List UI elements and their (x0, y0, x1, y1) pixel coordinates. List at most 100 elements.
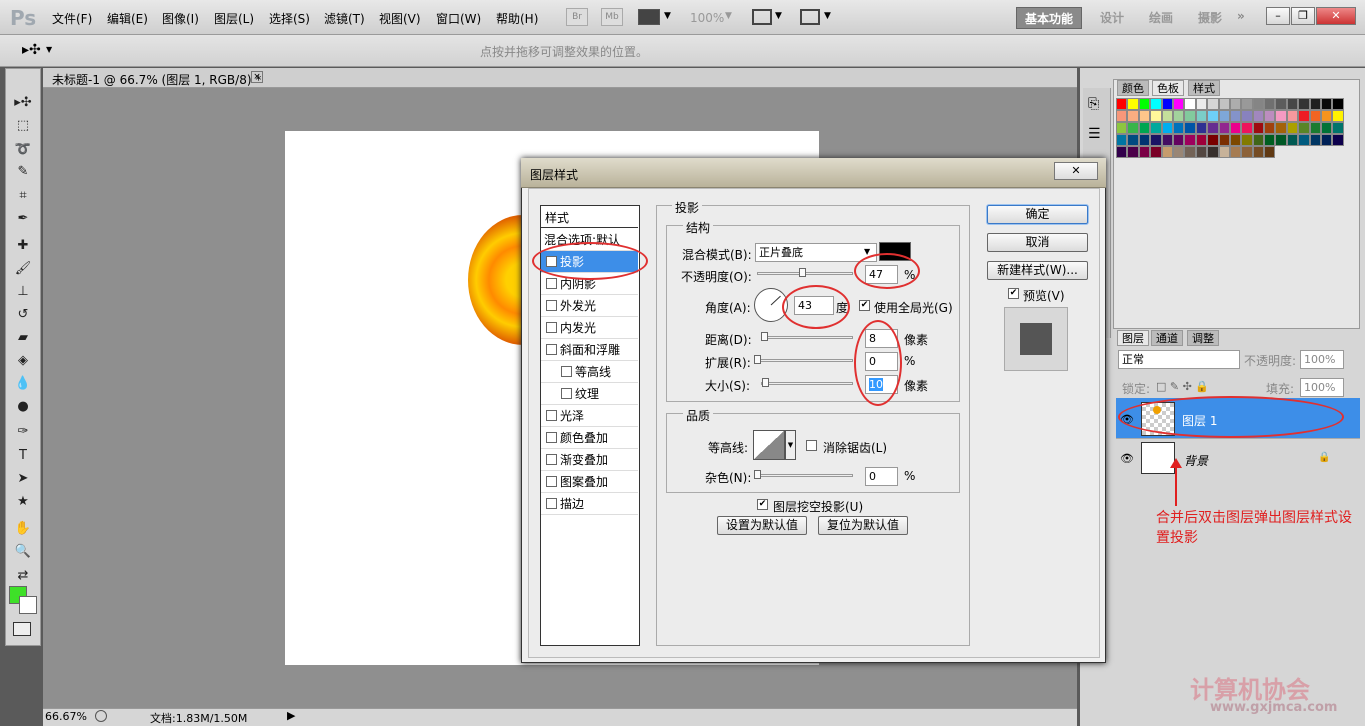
menu-item[interactable]: 滤镜(T) (324, 10, 365, 27)
pen-tool-icon[interactable]: ✑ (12, 422, 34, 442)
style-checkbox[interactable] (546, 498, 557, 509)
hand-tool-icon[interactable]: ✋ (12, 519, 34, 539)
color-swatch[interactable] (1150, 98, 1162, 110)
antialias-checkbox[interactable] (806, 439, 820, 453)
eraser-icon[interactable]: ▰ (12, 328, 34, 348)
dodge-tool-icon[interactable]: ● (12, 397, 34, 417)
style-checkbox[interactable] (546, 322, 557, 333)
style-item[interactable]: 描边 (541, 493, 638, 515)
workspace-design[interactable]: 设计 (1092, 7, 1132, 29)
color-swatch[interactable] (1218, 146, 1230, 158)
view-extras-icon[interactable] (638, 9, 660, 25)
type-tool-icon[interactable]: T (12, 446, 34, 466)
eyedropper-icon[interactable]: ✒ (12, 209, 34, 229)
color-swatch[interactable] (1241, 134, 1253, 146)
style-checkbox[interactable] (561, 388, 572, 399)
marquee-tool-icon[interactable]: ⬚ (12, 116, 34, 136)
color-swatch[interactable] (1298, 98, 1310, 110)
color-swatch[interactable] (1321, 98, 1333, 110)
workspace-painting[interactable]: 绘画 (1141, 7, 1181, 29)
color-swatch[interactable] (1321, 134, 1333, 146)
color-swatch[interactable] (1116, 122, 1128, 134)
menu-item[interactable]: 帮助(H) (496, 10, 538, 27)
color-swatch[interactable] (1161, 110, 1173, 122)
color-swatch[interactable] (1150, 110, 1162, 122)
color-swatch[interactable] (1207, 122, 1219, 134)
style-item[interactable]: 内发光 (541, 317, 638, 339)
size-slider[interactable] (761, 382, 853, 385)
color-swatch[interactable] (1264, 110, 1276, 122)
color-swatch[interactable] (1264, 122, 1276, 134)
panel-tab[interactable]: 调整 (1187, 330, 1219, 346)
color-swatch[interactable] (1127, 122, 1139, 134)
healing-brush-icon[interactable]: ✚ (12, 236, 34, 256)
noise-input[interactable]: 0 (865, 467, 898, 486)
new-style-button[interactable]: 新建样式(W)... (987, 261, 1088, 280)
style-item[interactable]: 光泽 (541, 405, 638, 427)
chevron-down-icon[interactable]: ▼ (725, 11, 732, 21)
menu-item[interactable]: 文件(F) (52, 10, 92, 27)
status-menu-arrow-icon[interactable]: ▶ (287, 709, 295, 722)
distance-slider[interactable] (761, 336, 853, 339)
color-swatch[interactable] (1286, 122, 1299, 134)
color-swatch[interactable] (1172, 146, 1185, 158)
color-swatch[interactable] (1161, 134, 1173, 146)
color-swatch[interactable] (1218, 110, 1230, 122)
history-icon[interactable]: ⎘ (1088, 96, 1099, 112)
knockout-label[interactable]: 图层挖空投影(U) (773, 498, 863, 515)
color-swatch[interactable] (1127, 134, 1139, 146)
color-swatch[interactable] (1321, 110, 1333, 122)
color-swatch[interactable] (1241, 110, 1253, 122)
cancel-button[interactable]: 取消 (987, 233, 1088, 252)
color-swatch[interactable] (1172, 134, 1185, 146)
workspace-essentials[interactable]: 基本功能 (1016, 7, 1083, 29)
color-swatch[interactable] (1138, 134, 1151, 146)
shape-tool-icon[interactable]: ★ (12, 492, 34, 512)
color-swatch[interactable] (1229, 122, 1242, 134)
move-tool-icon[interactable]: ▸✣ (22, 42, 41, 58)
chevron-down-icon[interactable]: ▼ (664, 11, 671, 21)
color-swatch[interactable] (1298, 110, 1310, 122)
color-swatch[interactable] (1172, 122, 1185, 134)
panel-tab[interactable]: 图层 (1117, 330, 1149, 346)
menu-item[interactable]: 视图(V) (379, 10, 421, 27)
panel-tab[interactable]: 样式 (1188, 80, 1220, 96)
workspace-photography[interactable]: 摄影 (1190, 7, 1230, 29)
stamp-tool-icon[interactable]: ⊥ (12, 282, 34, 302)
color-swatch[interactable] (1184, 146, 1196, 158)
color-swatch[interactable] (1172, 98, 1185, 110)
style-item[interactable]: 渐变叠加 (541, 449, 638, 471)
color-swatch[interactable] (1252, 146, 1265, 158)
size-slider-thumb[interactable] (761, 378, 769, 387)
style-item[interactable]: 外发光 (541, 295, 638, 317)
chevron-down-icon[interactable]: ▼ (46, 45, 52, 54)
color-swatch[interactable] (1150, 122, 1162, 134)
color-swatch[interactable] (1218, 122, 1230, 134)
color-swatch[interactable] (1252, 110, 1265, 122)
ok-button[interactable]: 确定 (987, 205, 1088, 224)
color-swatch[interactable] (1161, 98, 1173, 110)
color-swatch[interactable] (1309, 134, 1322, 146)
color-swatch[interactable] (1207, 146, 1219, 158)
color-swatch[interactable] (1229, 110, 1242, 122)
color-swatch[interactable] (1116, 110, 1128, 122)
color-swatch[interactable] (1286, 110, 1299, 122)
color-swatch[interactable] (1218, 98, 1230, 110)
color-swatch[interactable] (1184, 134, 1196, 146)
chevron-down-icon[interactable]: ▼ (775, 11, 782, 21)
color-swatch[interactable] (1229, 98, 1242, 110)
background-color-swatch[interactable] (19, 596, 37, 614)
status-zoom[interactable]: 66.67% (45, 710, 87, 723)
set-default-button[interactable]: 设置为默认值 (717, 516, 807, 535)
color-swatch[interactable] (1298, 122, 1310, 134)
style-item[interactable]: 纹理 (541, 383, 638, 405)
color-swatch[interactable] (1298, 134, 1310, 146)
color-swatch[interactable] (1264, 146, 1276, 158)
color-swatch[interactable] (1161, 122, 1173, 134)
color-swatch[interactable] (1229, 146, 1242, 158)
color-swatch[interactable] (1275, 122, 1287, 134)
panel-tab[interactable]: 色板 (1152, 80, 1184, 96)
color-swatch[interactable] (1195, 146, 1208, 158)
color-swatch[interactable] (1332, 122, 1344, 134)
color-swatch[interactable] (1184, 110, 1196, 122)
